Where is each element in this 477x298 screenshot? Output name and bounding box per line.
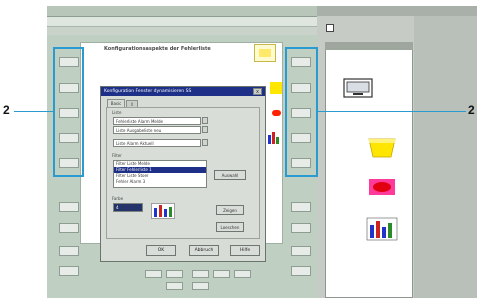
yellow-cylinder-icon[interactable] [367,137,397,159]
left-button-6[interactable] [59,202,79,212]
tab-second[interactable]: X [126,100,138,107]
dialog-title: Konfiguration Fenster dynamisieren SS [104,89,192,94]
note-icon[interactable] [254,44,276,62]
red-oval-icon[interactable] [367,178,397,196]
right-button-6[interactable] [291,202,311,212]
left-button-9[interactable] [59,266,79,276]
right-highlight-box [285,47,318,177]
right-window-titlebar [317,6,477,16]
list-field-3[interactable]: Liste Alarm Aktuell [113,139,201,147]
group-filter-label: Filter [112,153,122,158]
show-button[interactable]: Zeigen [216,205,244,215]
delete-button[interactable]: Loeschen [216,222,244,232]
filter-listbox[interactable]: Filter Liste Melde Filter Fehlerliste 1 … [113,160,207,188]
canvas-title: Konfigurationsaspekte der Fehlerliste [104,46,211,52]
bar-chart-icon[interactable] [366,217,398,241]
ok-button[interactable]: OK [146,245,176,256]
select-button[interactable]: Auswahl [214,170,246,180]
list-field-3-spinner[interactable] [202,139,208,146]
color-value-field[interactable]: 4 [113,203,143,212]
bottom-tool-button-7[interactable] [192,282,209,290]
right-leader-line [318,111,466,112]
right-button-9[interactable] [291,266,311,276]
left-leader-line [14,111,54,112]
list-field-2-spinner[interactable] [202,126,208,133]
right-scroll-strip [414,16,477,298]
window-title [52,7,112,15]
window-icon[interactable] [326,24,334,32]
dialog-close-button[interactable]: x [253,88,262,95]
left-button-8[interactable] [59,246,79,256]
monitor-icon[interactable] [343,78,373,98]
group-list-label: Liste [112,110,122,115]
bottom-tool-button-1[interactable] [145,270,162,278]
left-callout-number: 2 [3,103,10,117]
group-color-label: Farbe [112,196,124,201]
list-item[interactable]: Fehler Alarm 3 [114,179,206,185]
canvas-bar-shape[interactable] [268,132,280,144]
tool-strip [47,27,317,35]
left-highlight-box [53,47,84,177]
canvas-red-shape[interactable] [272,110,281,116]
right-button-8[interactable] [291,246,311,256]
menu-bar [47,17,317,27]
bottom-tool-button-3[interactable] [192,270,209,278]
list-field-2[interactable]: Liste Ausgabeliste neu [113,126,201,134]
right-button-7[interactable] [291,223,311,233]
symbol-library-header [325,42,413,50]
right-callout-number: 2 [468,103,475,117]
bottom-tool-button-4[interactable] [213,270,230,278]
left-button-7[interactable] [59,223,79,233]
bar-chart-icon [151,203,175,219]
cancel-button[interactable]: Abbruch [189,245,219,256]
list-field-1[interactable]: Fehlerliste Alarm Melde [113,117,201,125]
canvas-yellow-shape[interactable] [270,82,282,94]
bottom-tool-button-5[interactable] [234,270,251,278]
help-button[interactable]: Hilfe [230,245,260,256]
bottom-tool-button-2[interactable] [166,270,183,278]
list-field-1-spinner[interactable] [202,117,208,124]
bottom-tool-button-6[interactable] [166,282,183,290]
tab-basic[interactable]: Basic [107,99,125,107]
